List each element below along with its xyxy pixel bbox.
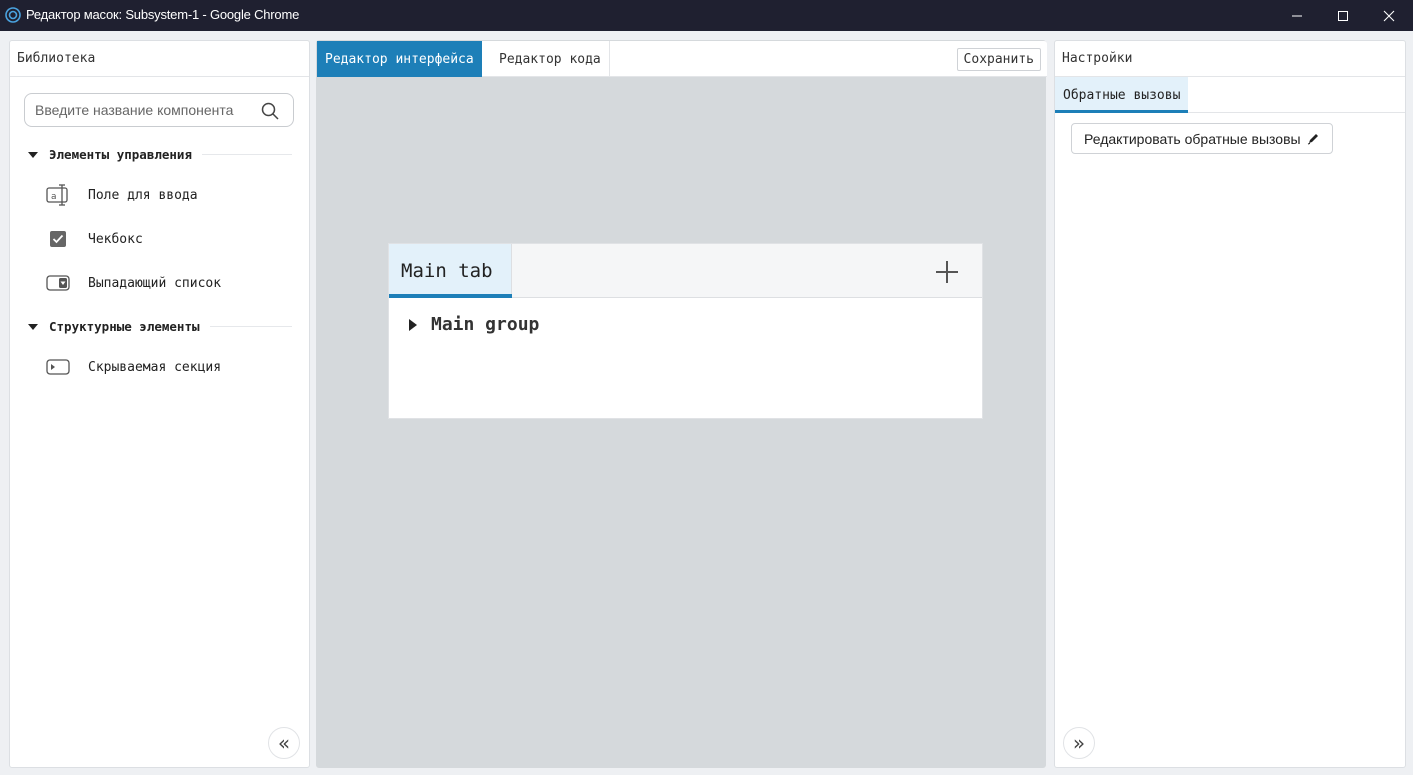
editor-panel: Редактор интерфейса Редактор кода Сохран… (316, 40, 1047, 768)
tab-interface-editor[interactable]: Редактор интерфейса (317, 41, 482, 77)
library-item-collapsible-section[interactable]: Скрываемая секция (46, 355, 221, 379)
window-title: Редактор масок: Subsystem-1 - Google Chr… (26, 7, 300, 22)
component-search-input[interactable]: Введите название компонента (24, 93, 294, 127)
section-label: Структурные элементы (49, 319, 200, 334)
svg-text:a: a (51, 192, 57, 202)
close-icon (1383, 10, 1395, 21)
library-item-label: Выпадающий список (88, 275, 222, 291)
settings-header: Настройки (1055, 41, 1405, 77)
dropdown-icon (46, 271, 70, 295)
tab-label: Обратные вызовы (1063, 87, 1181, 103)
canvas-tab-main[interactable]: Main tab (389, 244, 512, 298)
checkbox-icon (46, 227, 70, 251)
library-header: Библиотека (10, 41, 309, 77)
section-divider (209, 326, 292, 327)
collapse-left-panel-button[interactable]: « (268, 727, 300, 759)
tab-code-editor[interactable]: Редактор кода (491, 41, 610, 77)
minimize-icon (1292, 15, 1302, 16)
library-item-label: Поле для ввода (88, 187, 198, 203)
chrome-app-icon (5, 7, 21, 23)
search-icon[interactable] (261, 102, 279, 120)
library-panel: Библиотека Введите название компонента Э… (9, 40, 310, 768)
group-label: Main group (431, 314, 540, 335)
active-tab-indicator (389, 294, 512, 298)
library-item-label: Чекбокс (88, 231, 143, 247)
library-item-text-input[interactable]: a Поле для ввода (46, 183, 198, 207)
active-tab-indicator (1055, 110, 1189, 113)
section-label: Элементы управления (49, 147, 192, 162)
canvas-tab-label: Main tab (401, 260, 493, 282)
close-window-button[interactable] (1366, 0, 1412, 31)
caret-down-icon (28, 323, 38, 330)
caret-down-icon (28, 151, 38, 158)
edit-callbacks-label: Редактировать обратные вызовы (1084, 130, 1301, 147)
library-item-checkbox[interactable]: Чекбокс (46, 227, 143, 251)
library-item-label: Скрываемая секция (88, 359, 222, 375)
section-controls[interactable]: Элементы управления (28, 147, 292, 162)
collapse-right-panel-button[interactable]: » (1063, 727, 1095, 759)
section-structural[interactable]: Структурные элементы (28, 319, 292, 334)
text-input-icon: a (46, 183, 70, 207)
section-divider (202, 154, 292, 155)
canvas-tab-bar: Main tab (389, 244, 982, 298)
canvas-group-main[interactable]: Main group (409, 314, 539, 335)
add-tab-icon[interactable] (934, 259, 960, 285)
tab-callbacks[interactable]: Обратные вызовы (1055, 77, 1189, 113)
search-placeholder: Введите название компонента (35, 102, 234, 118)
maximize-icon (1338, 10, 1348, 21)
mask-canvas-widget[interactable]: Main tab Main group (388, 243, 983, 419)
settings-tabs: Обратные вызовы (1055, 77, 1405, 113)
collapsible-section-icon (46, 355, 70, 379)
settings-panel: Настройки Обратные вызовы Редактировать … (1054, 40, 1406, 768)
minimize-button[interactable] (1274, 0, 1320, 31)
library-item-dropdown[interactable]: Выпадающий список (46, 271, 221, 295)
caret-right-icon (409, 318, 417, 331)
pencil-icon (1307, 132, 1320, 145)
editor-tabs: Редактор интерфейса Редактор кода Сохран… (317, 41, 1047, 77)
save-button[interactable]: Сохранить (956, 48, 1041, 71)
maximize-button[interactable] (1320, 0, 1366, 31)
edit-callbacks-button[interactable]: Редактировать обратные вызовы (1071, 123, 1333, 154)
window-titlebar: Редактор масок: Subsystem-1 - Google Chr… (0, 0, 1413, 31)
